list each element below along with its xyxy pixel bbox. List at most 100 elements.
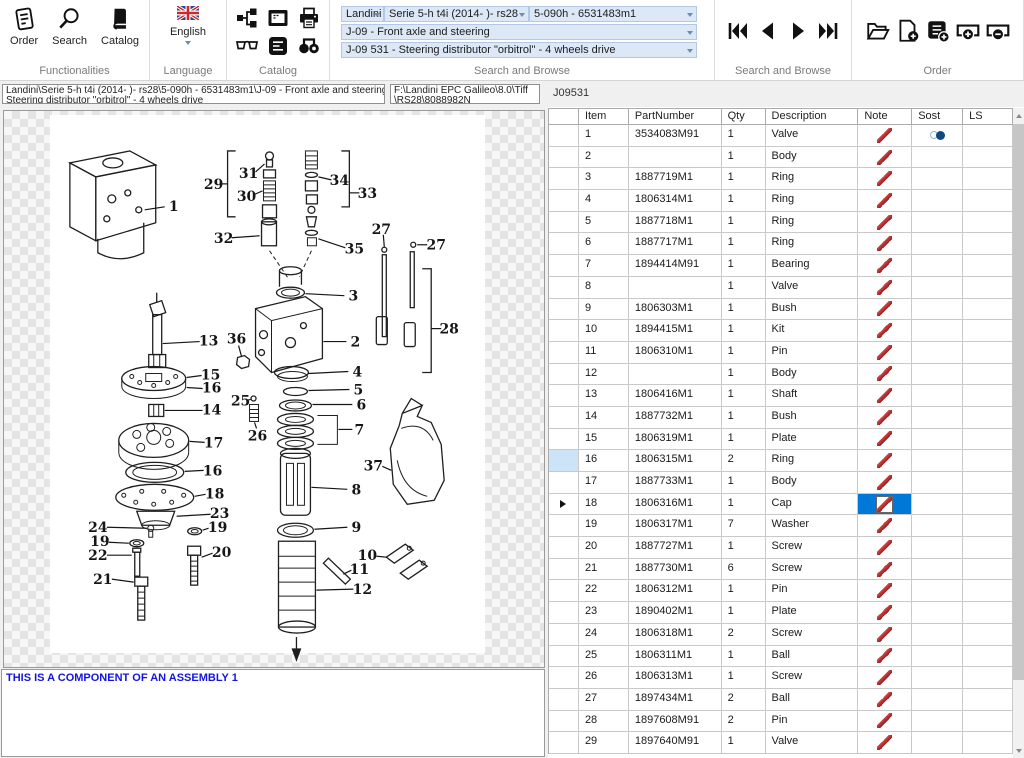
part-number-cell[interactable]: 1806318M1 — [629, 624, 722, 646]
brand-dropdown[interactable]: Landini — [341, 6, 384, 22]
sost-cell[interactable] — [912, 168, 963, 190]
qty-cell[interactable]: 1 — [722, 537, 766, 559]
item-cell[interactable]: 20 — [579, 537, 629, 559]
sost-cell[interactable] — [912, 147, 963, 169]
row-selector[interactable] — [549, 407, 579, 429]
part-number-cell[interactable]: 1806314M1 — [629, 190, 722, 212]
description-cell[interactable]: Washer — [766, 515, 859, 537]
item-cell[interactable]: 24 — [579, 624, 629, 646]
table-row[interactable]: 291897640M911Valve — [549, 732, 1013, 754]
table-row[interactable]: 271897434M12Ball — [549, 689, 1013, 711]
version-dropdown[interactable]: 5-090h - 6531483m1 — [529, 6, 697, 22]
note-cell[interactable] — [858, 450, 912, 472]
row-selector[interactable] — [549, 342, 579, 364]
row-selector[interactable] — [549, 255, 579, 277]
group-dropdown[interactable]: J-09 - Front axle and steering — [341, 24, 697, 40]
row-selector[interactable] — [549, 147, 579, 169]
item-cell[interactable]: 5 — [579, 212, 629, 234]
qty-cell[interactable]: 1 — [722, 385, 766, 407]
column-header-sost[interactable]: Sost — [912, 109, 963, 125]
item-cell[interactable]: 12 — [579, 364, 629, 386]
row-selector[interactable] — [549, 689, 579, 711]
description-cell[interactable]: Bush — [766, 299, 859, 321]
note-cell[interactable] — [858, 190, 912, 212]
column-header-description[interactable]: Description — [766, 109, 859, 125]
item-cell[interactable]: 4 — [579, 190, 629, 212]
part-number-cell[interactable]: 1806312M1 — [629, 580, 722, 602]
order-button[interactable]: Order — [7, 4, 41, 49]
row-selector[interactable] — [549, 450, 579, 472]
note-cell[interactable] — [858, 407, 912, 429]
description-cell[interactable]: Pin — [766, 342, 859, 364]
table-row[interactable]: 13534083M911Valve — [549, 125, 1013, 147]
ls-cell[interactable] — [963, 364, 1013, 386]
description-cell[interactable]: Ring — [766, 168, 859, 190]
ls-cell[interactable] — [963, 450, 1013, 472]
last-page-button[interactable] — [816, 19, 840, 43]
ls-cell[interactable] — [963, 472, 1013, 494]
ls-cell[interactable] — [963, 385, 1013, 407]
description-cell[interactable]: Kit — [766, 320, 859, 342]
note-cell[interactable] — [858, 494, 912, 516]
sost-cell[interactable] — [912, 537, 963, 559]
qty-cell[interactable]: 1 — [722, 472, 766, 494]
column-header-ls[interactable]: LS — [963, 109, 1013, 125]
file-path-box[interactable]: F:\Landini EPC Galileo\8.0\Tiff \RS28\80… — [390, 84, 540, 104]
first-page-button[interactable] — [726, 19, 750, 43]
item-cell[interactable]: 1 — [579, 125, 629, 147]
table-row[interactable]: 31887719M11Ring — [549, 168, 1013, 190]
scroll-up-icon[interactable] — [1013, 108, 1024, 123]
row-selector[interactable] — [549, 125, 579, 147]
table-row[interactable]: 191806317M17Washer — [549, 515, 1013, 537]
item-cell[interactable]: 26 — [579, 667, 629, 689]
note-cell[interactable] — [858, 515, 912, 537]
item-cell[interactable]: 17 — [579, 472, 629, 494]
table-row[interactable]: 101894415M11Kit — [549, 320, 1013, 342]
part-number-cell[interactable]: 1887727M1 — [629, 537, 722, 559]
description-cell[interactable]: Pin — [766, 711, 859, 733]
description-cell[interactable]: Ball — [766, 689, 859, 711]
row-selector[interactable] — [549, 364, 579, 386]
ls-cell[interactable] — [963, 233, 1013, 255]
item-cell[interactable]: 11 — [579, 342, 629, 364]
row-selector[interactable] — [549, 646, 579, 668]
ls-cell[interactable] — [963, 190, 1013, 212]
part-number-cell[interactable]: 1897640M91 — [629, 732, 722, 754]
next-page-button[interactable] — [786, 19, 810, 43]
part-number-cell[interactable]: 1806319M1 — [629, 429, 722, 451]
table-row[interactable]: 111806310M11Pin — [549, 342, 1013, 364]
note-cell[interactable] — [858, 168, 912, 190]
qty-cell[interactable]: 7 — [722, 515, 766, 537]
column-header-qty[interactable]: Qty — [722, 109, 766, 125]
sost-cell[interactable] — [912, 255, 963, 277]
sost-cell[interactable] — [912, 515, 963, 537]
sost-cell[interactable] — [912, 494, 963, 516]
item-cell[interactable]: 23 — [579, 602, 629, 624]
table-row[interactable]: 91806303M11Bush — [549, 299, 1013, 321]
qty-cell[interactable]: 1 — [722, 190, 766, 212]
note-cell[interactable] — [858, 537, 912, 559]
preview-button[interactable] — [232, 32, 262, 59]
row-selector[interactable] — [549, 472, 579, 494]
description-cell[interactable]: Screw — [766, 667, 859, 689]
add-to-order-button[interactable] — [955, 18, 981, 44]
table-row[interactable]: 281897608M912Pin — [549, 711, 1013, 733]
open-order-button[interactable] — [865, 18, 891, 44]
item-cell[interactable]: 18 — [579, 494, 629, 516]
part-number-cell[interactable]: 1887730M1 — [629, 559, 722, 581]
note-cell[interactable] — [858, 689, 912, 711]
note-cell[interactable] — [858, 711, 912, 733]
sost-cell[interactable] — [912, 646, 963, 668]
note-cell[interactable] — [858, 667, 912, 689]
table-row[interactable]: 181806316M11Cap — [549, 494, 1013, 516]
sost-cell[interactable] — [912, 472, 963, 494]
row-selector[interactable] — [549, 233, 579, 255]
sost-cell[interactable] — [912, 299, 963, 321]
find-in-catalog-button[interactable] — [294, 32, 324, 59]
ls-cell[interactable] — [963, 255, 1013, 277]
qty-cell[interactable]: 1 — [722, 320, 766, 342]
subgroup-dropdown[interactable]: J-09 531 - Steering distributor "orbitro… — [341, 42, 697, 58]
qty-cell[interactable]: 1 — [722, 125, 766, 147]
ls-cell[interactable] — [963, 494, 1013, 516]
row-selector[interactable] — [549, 711, 579, 733]
